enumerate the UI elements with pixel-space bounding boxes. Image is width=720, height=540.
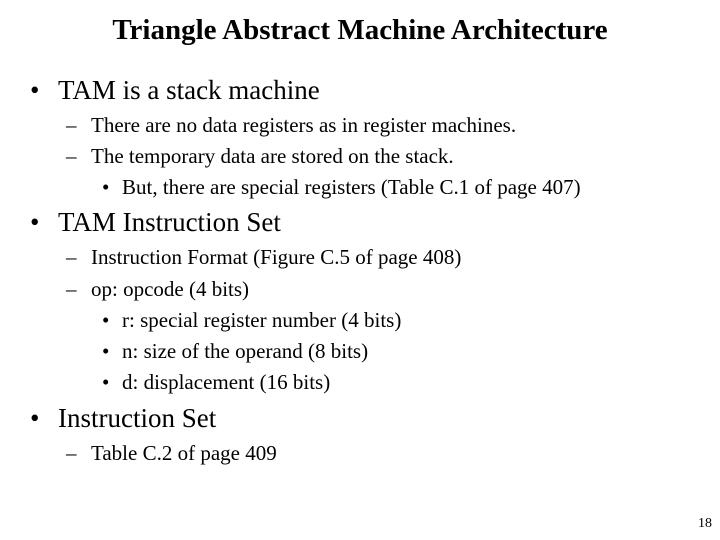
sub-sub-bullet-text: But, there are special registers (Table … [122, 175, 581, 199]
slide-title: Triangle Abstract Machine Architecture [112, 14, 608, 46]
bullet-text: TAM is a stack machine [58, 75, 320, 105]
sub-bullet-text: There are no data registers as in regist… [91, 113, 517, 137]
bullet-icon: • [30, 207, 40, 237]
sub-bullet-text: Table C.2 of page 409 [91, 441, 277, 465]
sub-bullet-text: Instruction Format (Figure C.5 of page 4… [91, 245, 462, 269]
sub-sub-bullet-text: r: special register number (4 bits) [122, 308, 402, 332]
sub-bullet-text: The temporary data are stored on the sta… [91, 144, 454, 168]
sub-sub-bullet-text: d: displacement (16 bits) [122, 370, 331, 394]
page-number: 18 [698, 516, 712, 531]
bullet-text: Instruction Set [58, 403, 217, 433]
dash-icon: – [66, 441, 77, 465]
sub-bullet-text: op: opcode (4 bits) [91, 277, 250, 301]
sub-sub-bullet-text: n: size of the operand (8 bits) [122, 339, 369, 363]
bullet-text: TAM Instruction Set [58, 207, 281, 237]
bullet-icon: • [102, 370, 110, 394]
bullet-icon: • [102, 339, 110, 363]
bullet-icon: • [30, 403, 40, 433]
dash-icon: – [66, 245, 77, 269]
dash-icon: – [66, 277, 77, 301]
dash-icon: – [66, 113, 77, 137]
bullet-icon: • [30, 75, 40, 105]
bullet-icon: • [102, 308, 110, 332]
dash-icon: – [66, 144, 77, 168]
bullet-icon: • [102, 175, 110, 199]
